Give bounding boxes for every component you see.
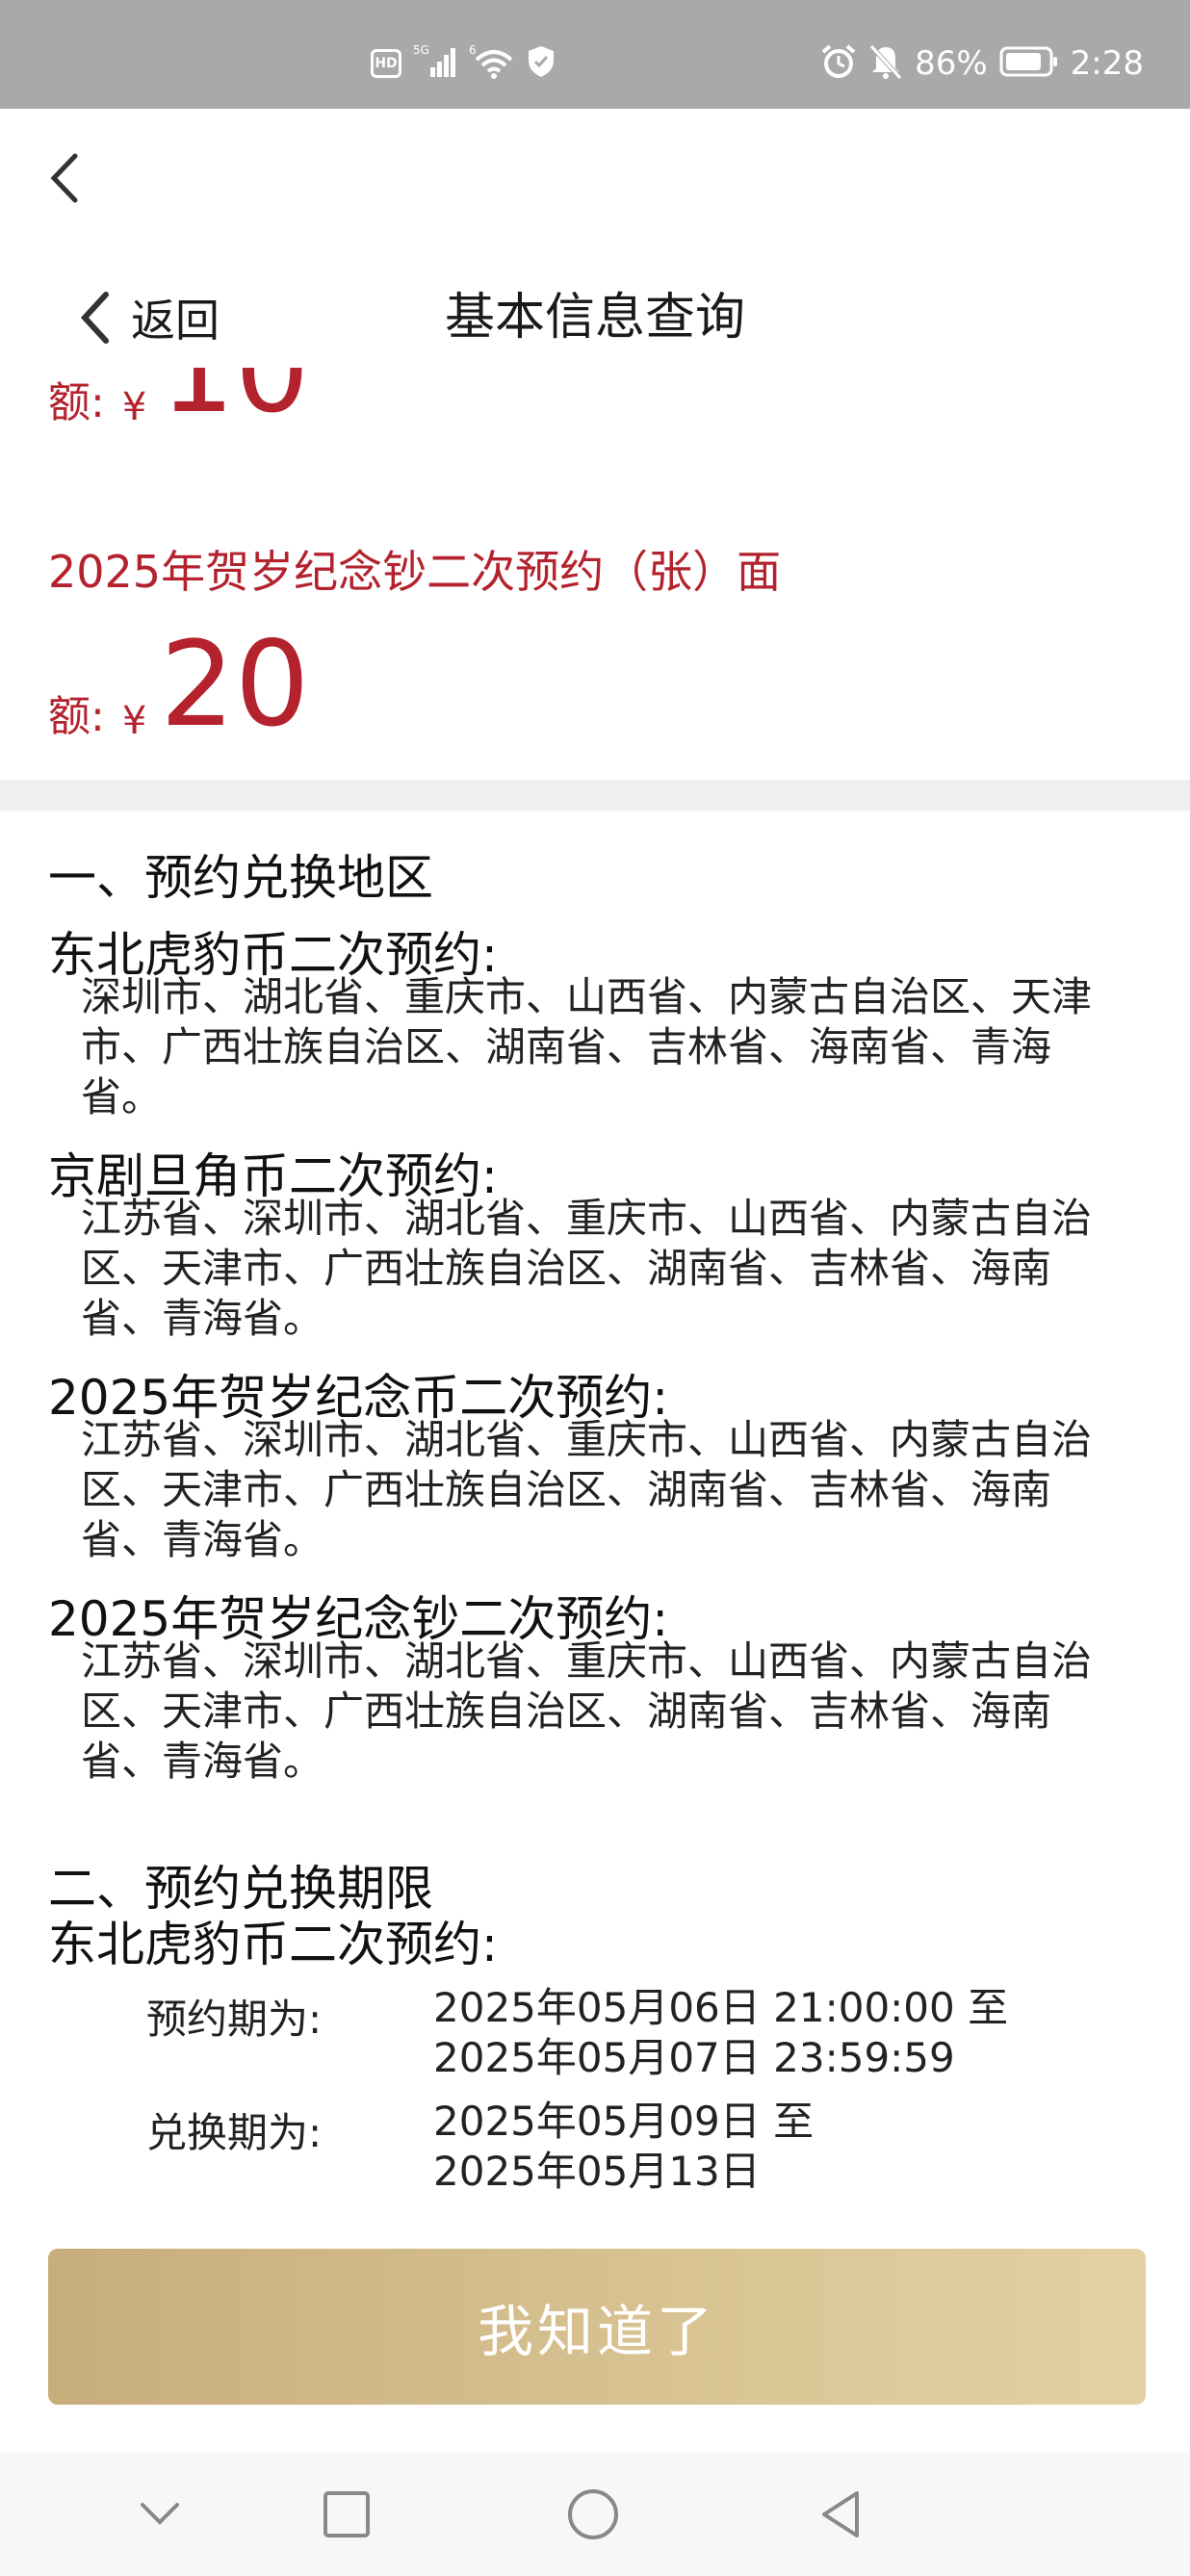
reserve-period-start: 2025年05月06日 21:00:00 至 (433, 1984, 1009, 2031)
reserve-period-end: 2025年05月07日 23:59:59 (433, 2034, 955, 2081)
content-scroll-area[interactable]: 额: ¥ 10 2025年贺岁纪念钞二次预约（张）面 额: ¥ 20 一、预约兑… (0, 368, 1190, 2235)
webview-back-button[interactable] (40, 144, 89, 212)
wifi-6-label: 6 (469, 43, 477, 57)
status-bar: HD 5G 6 86% 2:28 (0, 0, 1190, 109)
banknote-reservation-title: 2025年贺岁纪念钞二次预约（张）面 (48, 546, 782, 598)
block-region-list: 深圳市、湖北省、重庆市、山西省、内蒙古自治区、天津市、广西壮族自治区、湖南省、吉… (81, 973, 1093, 1121)
chevron-left-icon (50, 153, 78, 203)
signal-5g-label: 5G (413, 43, 429, 57)
battery-level-fill (1005, 53, 1041, 70)
block-region-list: 江苏省、深圳市、湖北省、重庆市、山西省、内蒙古自治区、天津市、广西壮族自治区、湖… (81, 1637, 1093, 1785)
battery-percent: 86% (915, 44, 988, 83)
status-right-group: 86% 2:28 (820, 42, 1144, 85)
square-icon (323, 2491, 370, 2537)
exchange-period-label: 兑换期为: (146, 2109, 323, 2156)
exchange-period-value: 2025年05月09日 至 2025年05月13日 (433, 2097, 814, 2197)
back-button[interactable]: 返回 (75, 283, 220, 352)
cellular-signal-icon: 5G (413, 42, 457, 85)
status-network-group: HD 5G 6 (371, 42, 556, 85)
mute-bell-icon (868, 43, 903, 84)
amount-label: 额: (48, 692, 105, 741)
chevron-down-icon (141, 2503, 179, 2525)
clock: 2:28 (1070, 44, 1144, 83)
reserve-period-label: 预约期为: (146, 1996, 323, 2043)
amount-value: 10 (160, 368, 310, 439)
confirm-button-label: 我知道了 (477, 2299, 716, 2364)
triangle-back-icon (822, 2491, 859, 2537)
amount-row-prev: 额: ¥ 10 (48, 368, 310, 429)
block-region-list: 江苏省、深圳市、湖北省、重庆市、山西省、内蒙古自治区、天津市、广西壮族自治区、湖… (81, 1195, 1093, 1342)
confirm-button[interactable]: 我知道了 (48, 2249, 1146, 2405)
battery-icon (999, 45, 1059, 82)
chevron-left-icon (80, 292, 109, 344)
system-nav-bar (0, 2453, 1190, 2576)
amount-value: 20 (160, 616, 310, 753)
nav-back-button[interactable] (813, 2486, 870, 2543)
section-heading-regions: 一、预约兑换地区 (48, 850, 433, 906)
page-header: 基本信息查询 返回 (0, 270, 1190, 366)
exchange-period-start: 2025年05月09日 至 (433, 2098, 815, 2145)
hd-badge: HD (371, 49, 401, 78)
amount-row-second: 额: ¥ 20 (48, 626, 310, 743)
nav-home-button[interactable] (564, 2486, 622, 2543)
alarm-icon (820, 43, 857, 84)
nav-recents-button[interactable] (318, 2486, 375, 2543)
circle-icon (568, 2489, 618, 2539)
amount-label: 额: (48, 378, 105, 427)
block-region-list: 江苏省、深圳市、湖北省、重庆市、山西省、内蒙古自治区、天津市、广西壮族自治区、湖… (81, 1416, 1093, 1563)
currency-symbol: ¥ (121, 385, 147, 429)
wifi-icon: 6 (469, 42, 515, 85)
nav-collapse-button[interactable] (131, 2486, 189, 2543)
block-title: 东北虎豹币二次预约: (48, 1917, 498, 1972)
shield-icon (527, 44, 556, 83)
back-label: 返回 (131, 295, 220, 347)
section-divider (0, 780, 1190, 811)
currency-symbol: ¥ (121, 699, 147, 743)
exchange-period-end: 2025年05月13日 (433, 2148, 761, 2195)
reserve-period-value: 2025年05月06日 21:00:00 至 2025年05月07日 23:59… (433, 1983, 1008, 2083)
